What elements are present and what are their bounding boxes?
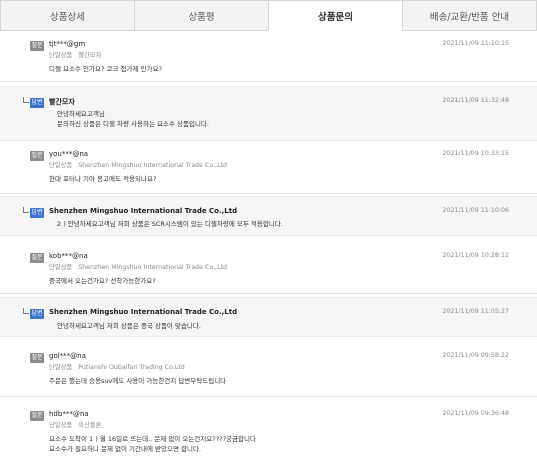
question-product: 단일상품 Shenzhen Mingshuo International Trad… [49,262,227,271]
product-label: 단일상품 [49,364,73,371]
question-badge: 질문 [30,151,44,161]
question-product: 단일상품 Shenzhen Mingshuo International Trad… [49,160,227,169]
question-badge: 질문 [30,253,44,263]
tab-bar: 상품상세 상품평 상품문의 배송/교환/반품 안내 [0,0,537,31]
product-label: 단일상품 [49,264,73,271]
question-product: 단일상품 Putianshi Oubaifan Trading Co.Ltd [49,362,185,371]
question-date: 2021/11/09 09:36:48 [442,410,509,417]
product-name: Putianshi Oubaifan Trading Co.Ltd [78,364,185,371]
inquiry-answer: 답변 Shenzhen Mingshuo International Trade… [0,297,537,337]
question-date: 2021/11/09 09:58:22 [442,352,509,359]
product-label: 단일상품 [49,52,73,59]
product-name: Shenzhen Mingshuo International Trade Co… [78,162,228,169]
reply-arrow-icon [23,308,29,314]
answer-date: 2021/11/09 11:05:27 [442,308,509,315]
question-date: 2021/11/09 10:28:12 [442,252,509,259]
question-date: 2021/11/09 10:33:15 [442,150,509,157]
divider [0,293,537,294]
product-name: 육산플론 [78,422,102,429]
question-date: 2021/11/09 11:10:15 [442,40,509,47]
question-text: 중국에서 오는건가요? 선착가능한가요? [49,277,156,285]
inquiry-question: 질문 you***@na 2021/11/09 10:33:15 단일상품 She… [0,141,537,193]
tab-product-reviews[interactable]: 상품평 [134,0,268,31]
question-author: hdb***@na [49,410,89,418]
answer-date: 2021/11/09 11:32:48 [442,97,509,104]
reply-arrow-icon [23,207,29,213]
tab-shipping-returns[interactable]: 배송/교환/반품 안내 [402,0,537,31]
divider [0,81,537,82]
answer-text: 문의하신 상품은 디젤 차량 사용하는 요소수 상품입니다. [57,120,210,128]
question-badge: 질문 [30,411,44,421]
tab-product-inquiry[interactable]: 상품문의 [268,0,402,31]
answer-text: 안녕하세요고객님 [57,110,105,118]
inquiry-answer: 답변 Shenzhen Mingshuo International Trade… [0,196,537,236]
product-label: 단일상품 [49,162,73,169]
reply-arrow-icon [23,97,29,103]
question-author: you***@na [49,150,89,158]
question-product: 단일상품 빨간모자 [49,50,101,59]
question-author: gol***@na [49,352,86,360]
answer-text: 안녕하세요고객님 저희 상품은 중국 상품이 맞습니다. [57,322,201,330]
product-name: 빨간모자 [78,52,102,59]
answer-badge: 답변 [30,98,44,108]
answer-author: Shenzhen Mingshuo International Trade Co… [49,207,238,215]
question-author: kob***@na [49,252,88,260]
answer-badge: 답변 [30,309,44,319]
inquiry-question: 질문 gol***@na 2021/11/09 09:58:22 단일상품 Put… [0,344,537,396]
divider [0,193,537,194]
answer-author: Shenzhen Mingshuo International Trade Co… [49,308,238,316]
inquiry-question: 질문 hdb***@na 2021/11/09 09:36:48 단일상품 육산플… [0,397,537,463]
question-badge: 질문 [30,353,44,363]
inquiry-question: 질문 kob***@na 2021/11/09 10:28:12 단일상품 She… [0,243,537,293]
question-product: 단일상품 육산플론 [49,420,101,429]
answer-author: 빨간모자 [49,98,75,106]
question-text: 주문은 했는데 승용suv에도 사용이 가능한건지 답변부탁드립니다 [49,377,227,385]
product-label: 단일상품 [49,422,73,429]
answer-text: 2 ) 안녕하세요고객님 저희 상품은 SCR시스템이 있는 디젤차량에 모두 … [57,220,283,228]
question-text: 현대 포터나 기아 봉고에도 적용되나요? [49,175,157,183]
answer-badge: 답변 [30,208,44,218]
question-text: 디젤 요소수 인가요? 코크 접가제 인가요? [49,65,162,73]
question-badge: 질문 [30,41,44,51]
inquiry-question: 질문 tjt***@gm 2021/11/09 11:10:15 단일상품 빨간모… [0,31,537,81]
inquiry-answer: 답변 빨간모자 2021/11/09 11:32:48 안녕하세요고객님 문의하… [0,86,537,141]
tab-product-detail[interactable]: 상품상세 [0,0,134,31]
product-name: Shenzhen Mingshuo International Trade Co… [78,264,228,271]
question-text: 요소수가 필요하니 문제 없이 기간내에 받았으면 합니다. [49,445,202,453]
answer-date: 2021/11/09 11:10:06 [442,207,509,214]
question-text: 요소수 도착이 1 ) 월 16일로 뜨는데.. 문제 없이 오는건지요????… [49,435,256,443]
question-author: tjt***@gm [49,40,86,48]
